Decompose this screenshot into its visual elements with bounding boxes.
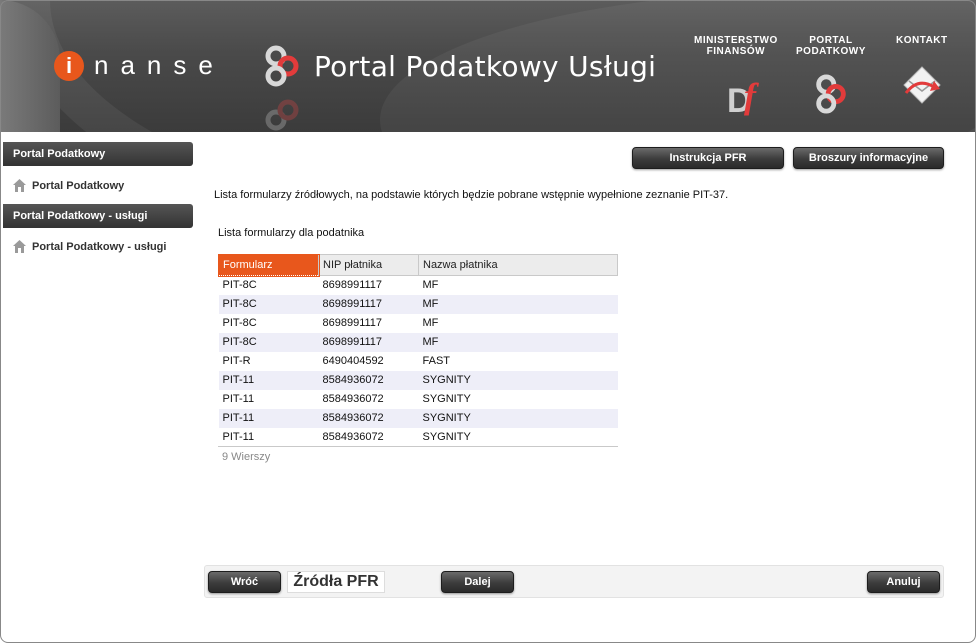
cell-nazwa: SYGNITY bbox=[418, 408, 618, 428]
ministry-link-label: MINISTERSTWO FINANSÓW bbox=[694, 35, 778, 57]
ministry-df-logo-icon: D f bbox=[727, 76, 759, 120]
column-header-nazwa[interactable]: Nazwa płatnika bbox=[418, 254, 618, 276]
cell-formularz: PIT-8C bbox=[218, 332, 319, 352]
home-icon bbox=[13, 179, 26, 192]
cell-nazwa: MF bbox=[418, 275, 618, 295]
finanse-logo-icon: i bbox=[54, 50, 84, 81]
portal-title: Portal Podatkowy Usługi bbox=[314, 50, 657, 83]
cell-nip: 8584936072 bbox=[318, 370, 419, 390]
portal-podatkowy-link-label: PORTAL PODATKOWY bbox=[796, 35, 866, 57]
table-bottom-border bbox=[218, 446, 618, 447]
next-button[interactable]: Dalej bbox=[441, 571, 514, 593]
step-label: Źródła PFR bbox=[287, 571, 385, 593]
cell-formularz: PIT-11 bbox=[218, 408, 319, 428]
sidebar-item-label: Portal Podatkowy - usługi bbox=[32, 240, 167, 253]
table-header-row: Formularz NIP płatnika Nazwa płatnika bbox=[217, 253, 618, 277]
sidebar-heading-uslugi: Portal Podatkowy - usługi bbox=[3, 204, 193, 228]
cancel-button[interactable]: Anuluj bbox=[867, 571, 940, 593]
cell-formularz: PIT-R bbox=[218, 351, 319, 371]
header-banner: i nanse Portal Podatkowy Usługi MINISTER… bbox=[0, 0, 976, 132]
cell-formularz: PIT-11 bbox=[218, 370, 319, 390]
cell-formularz: PIT-11 bbox=[218, 389, 319, 409]
cell-nip: 8584936072 bbox=[318, 389, 419, 409]
kontakt-link-label: KONTAKT bbox=[896, 35, 948, 46]
envelope-icon bbox=[903, 66, 941, 104]
cell-nazwa: FAST bbox=[418, 351, 618, 371]
cell-nazwa: MF bbox=[418, 313, 618, 333]
table-row[interactable]: PIT-R 6490404592 FAST bbox=[218, 351, 618, 371]
sidebar-item-portal[interactable]: Portal Podatkowy bbox=[12, 178, 124, 193]
cell-nip: 6490404592 bbox=[318, 351, 419, 371]
column-header-nip[interactable]: NIP płatnika bbox=[318, 254, 419, 276]
forms-table: Formularz NIP płatnika Nazwa płatnika PI… bbox=[217, 253, 618, 447]
cell-nip: 8698991117 bbox=[318, 313, 419, 333]
table-row[interactable]: PIT-11 8584936072 SYGNITY bbox=[218, 427, 618, 447]
cell-nazwa: SYGNITY bbox=[418, 427, 618, 447]
finanse-logo-text: nanse bbox=[94, 50, 225, 80]
info-text: Lista formularzy źródłowych, na podstawi… bbox=[214, 189, 729, 201]
cell-nazwa: MF bbox=[418, 332, 618, 352]
instrukcja-pfr-button[interactable]: Instrukcja PFR bbox=[632, 147, 784, 169]
rows-count: 9 Wierszy bbox=[222, 451, 271, 463]
portal-podatkowy-link[interactable]: PORTAL PODATKOWY bbox=[796, 24, 866, 119]
cell-nazwa: SYGNITY bbox=[418, 389, 618, 409]
cell-nazwa: MF bbox=[418, 294, 618, 314]
cell-nip: 8698991117 bbox=[318, 275, 419, 295]
sidebar-heading-portal: Portal Podatkowy bbox=[3, 142, 193, 166]
portal-podatkowy-logo-icon bbox=[816, 74, 846, 114]
sidebar-item-label: Portal Podatkowy bbox=[32, 179, 125, 192]
cell-formularz: PIT-8C bbox=[218, 313, 319, 333]
cell-nip: 8698991117 bbox=[318, 294, 419, 314]
table-row[interactable]: PIT-11 8584936072 SYGNITY bbox=[218, 408, 618, 428]
ministry-link[interactable]: MINISTERSTWO FINANSÓW D f bbox=[694, 24, 778, 123]
cell-formularz: PIT-8C bbox=[218, 294, 319, 314]
finanse-logo[interactable]: i nanse bbox=[54, 50, 225, 81]
broszury-informacyjne-button[interactable]: Broszury informacyjne bbox=[793, 147, 944, 169]
cell-formularz: PIT-11 bbox=[218, 427, 319, 447]
table-row[interactable]: PIT-8C 8698991117 MF bbox=[218, 313, 618, 333]
svg-text:f: f bbox=[744, 76, 759, 116]
cell-nazwa: SYGNITY bbox=[418, 370, 618, 390]
home-icon bbox=[13, 240, 26, 253]
cell-nip: 8698991117 bbox=[318, 332, 419, 352]
back-button[interactable]: Wróć bbox=[208, 571, 281, 593]
portal-logo-reflection bbox=[265, 99, 299, 131]
table-row[interactable]: PIT-8C 8698991117 MF bbox=[218, 332, 618, 352]
list-title: Lista formularzy dla podatnika bbox=[218, 227, 365, 239]
portal-logo-icon bbox=[265, 45, 299, 87]
table-row[interactable]: PIT-11 8584936072 SYGNITY bbox=[218, 389, 618, 409]
kontakt-link[interactable]: KONTAKT bbox=[896, 24, 948, 110]
table-row[interactable]: PIT-8C 8698991117 MF bbox=[218, 294, 618, 314]
cell-nip: 8584936072 bbox=[318, 427, 419, 447]
column-header-formularz[interactable]: Formularz bbox=[217, 253, 320, 277]
cell-nip: 8584936072 bbox=[318, 408, 419, 428]
cell-formularz: PIT-8C bbox=[218, 275, 319, 295]
table-row[interactable]: PIT-8C 8698991117 MF bbox=[218, 275, 618, 295]
sidebar-item-uslugi[interactable]: Portal Podatkowy - usługi bbox=[12, 239, 166, 254]
table-row[interactable]: PIT-11 8584936072 SYGNITY bbox=[218, 370, 618, 390]
